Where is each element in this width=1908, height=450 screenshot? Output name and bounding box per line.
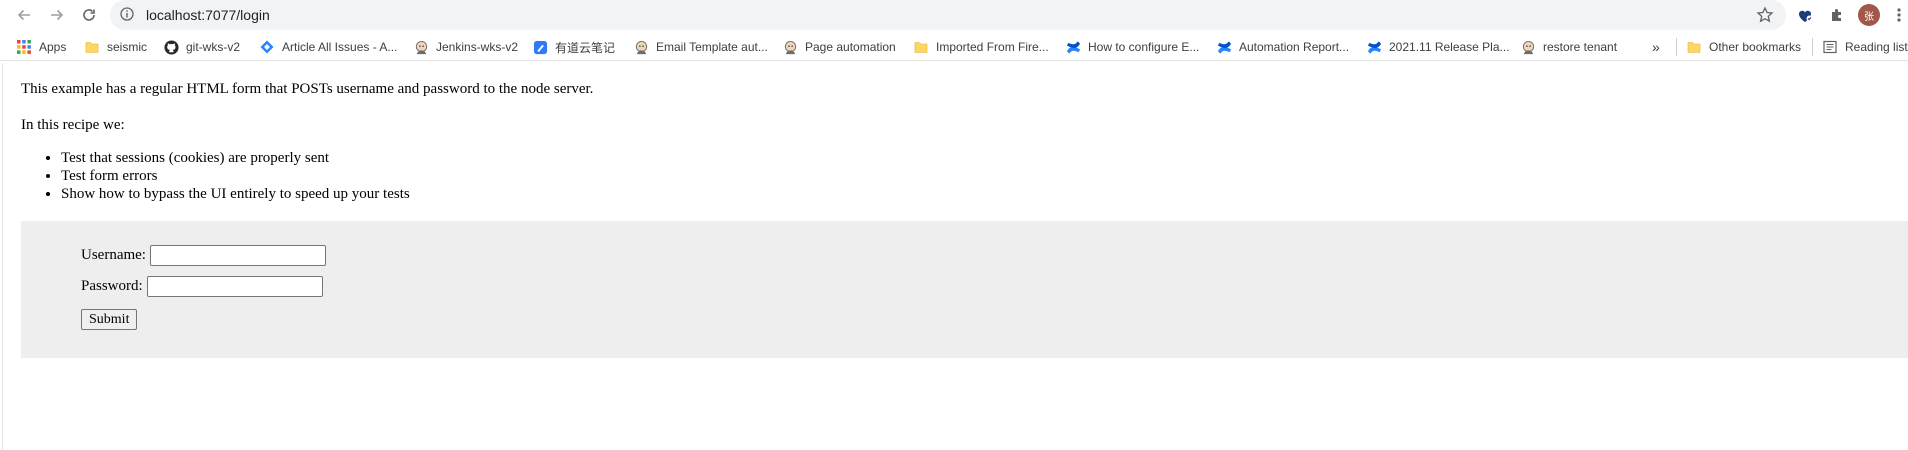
bookmark-label: Automation Report... <box>1239 40 1350 54</box>
login-form: Username: Password: Submit <box>21 221 1908 358</box>
username-label: Username: <box>81 247 146 263</box>
bookmark-label: 有道云笔记 <box>555 40 616 55</box>
bookmark-label: Email Template aut... <box>656 40 768 54</box>
bookmark-label: restore tenant <box>1543 40 1618 54</box>
url-input[interactable] <box>146 6 1646 24</box>
recipe-list: Test that sessions (cookies) are properl… <box>21 149 410 203</box>
bookmarks-divider <box>1812 38 1813 56</box>
jenkins-icon <box>633 39 649 55</box>
bookmark-label: Page automation <box>805 40 896 54</box>
bookmark-other-bookmarks[interactable]: Other bookmarks <box>1686 38 1801 56</box>
back-arrow-icon <box>17 9 30 21</box>
bookmark-label: git-wks-v2 <box>186 40 241 54</box>
bookmark-jenkins-wks-v2[interactable]: Jenkins-wks-v2 <box>413 38 518 56</box>
list-item: Test form errors <box>61 167 410 185</box>
list-item: Test that sessions (cookies) are properl… <box>61 149 410 167</box>
jenkins-icon <box>413 39 429 55</box>
recipe-heading: In this recipe we: <box>21 117 125 133</box>
browser-menu-icon[interactable] <box>1893 5 1905 25</box>
bookmark-label: 2021.11 Release Pla... <box>1389 40 1510 54</box>
bookmark-seismic[interactable]: seismic <box>84 38 147 56</box>
intro-paragraph: This example has a regular HTML form tha… <box>21 81 594 97</box>
page-content: This example has a regular HTML form tha… <box>0 63 1908 450</box>
viewport-edge <box>2 63 3 450</box>
bookmark-label: Imported From Fire... <box>936 40 1049 54</box>
apps-grid-icon <box>16 39 32 55</box>
address-bar[interactable] <box>110 0 1786 30</box>
bookmark-imported-from-firefox[interactable]: Imported From Fire... <box>913 38 1049 56</box>
forward-arrow-icon <box>51 9 64 21</box>
github-icon <box>163 39 179 55</box>
bookmark-label: Jenkins-wks-v2 <box>436 40 519 54</box>
bookmark-label: seismic <box>107 40 148 54</box>
youdao-note-icon <box>532 39 548 55</box>
profile-avatar[interactable]: 张 <box>1858 4 1880 26</box>
bookmark-label: Reading list <box>1845 40 1908 54</box>
back-button[interactable] <box>12 3 36 27</box>
list-item: Show how to bypass the UI entirely to sp… <box>61 185 410 203</box>
overflow-chevron-icon: » <box>1652 39 1660 55</box>
jira-icon <box>259 39 275 55</box>
folder-icon <box>84 39 100 55</box>
jenkins-icon <box>782 39 798 55</box>
forward-button[interactable] <box>45 3 69 27</box>
site-info-icon[interactable] <box>120 7 134 21</box>
extensions-puzzle-icon[interactable] <box>1827 5 1847 25</box>
username-input[interactable] <box>149 245 326 266</box>
bookmarks-divider <box>1676 38 1677 56</box>
confluence-icon <box>1216 39 1232 55</box>
bookmark-youdao-note[interactable]: 有道云笔记 <box>532 38 615 56</box>
confluence-icon <box>1366 39 1382 55</box>
username-row: Username: <box>81 245 326 266</box>
bookmarks-bar: Apps seismic git-wks-v2 Article All Issu… <box>0 34 1908 61</box>
bookmark-automation-report[interactable]: Automation Report... <box>1216 38 1349 56</box>
bookmark-email-template[interactable]: Email Template aut... <box>633 38 768 56</box>
bookmark-release-plan[interactable]: 2021.11 Release Pla... <box>1366 38 1510 56</box>
reload-icon <box>83 9 95 21</box>
reading-list-icon <box>1822 39 1838 55</box>
submit-button[interactable]: Submit <box>81 309 138 330</box>
bookmarks-overflow-button[interactable]: » <box>1652 38 1660 56</box>
bookmark-restore-tenant[interactable]: restore tenant <box>1520 38 1617 56</box>
bookmark-how-to-configure[interactable]: How to configure E... <box>1065 38 1199 56</box>
jenkins-icon <box>1520 39 1536 55</box>
bookmark-page-automation[interactable]: Page automation <box>782 38 896 56</box>
bookmark-label: Other bookmarks <box>1709 40 1802 54</box>
reading-list-button[interactable]: Reading list <box>1822 38 1908 56</box>
bookmark-apps[interactable]: Apps <box>16 38 66 56</box>
bookmark-label: Apps <box>39 40 67 54</box>
browser-toolbar: 张 <box>0 0 1908 30</box>
folder-icon <box>913 39 929 55</box>
bookmark-label: Article All Issues - A... <box>282 40 398 54</box>
password-input[interactable] <box>146 276 323 297</box>
confluence-icon <box>1065 39 1081 55</box>
bookmark-label: How to configure E... <box>1088 40 1200 54</box>
reload-button[interactable] <box>77 3 101 27</box>
bookmark-git-wks-v2[interactable]: git-wks-v2 <box>163 38 240 56</box>
bookmark-article-all-issues[interactable]: Article All Issues - A... <box>259 38 397 56</box>
password-manager-extension-icon[interactable] <box>1795 5 1815 25</box>
bookmark-star-icon[interactable] <box>1756 6 1774 24</box>
password-label: Password: <box>81 278 143 294</box>
password-row: Password: <box>81 276 323 297</box>
folder-icon <box>1686 39 1702 55</box>
